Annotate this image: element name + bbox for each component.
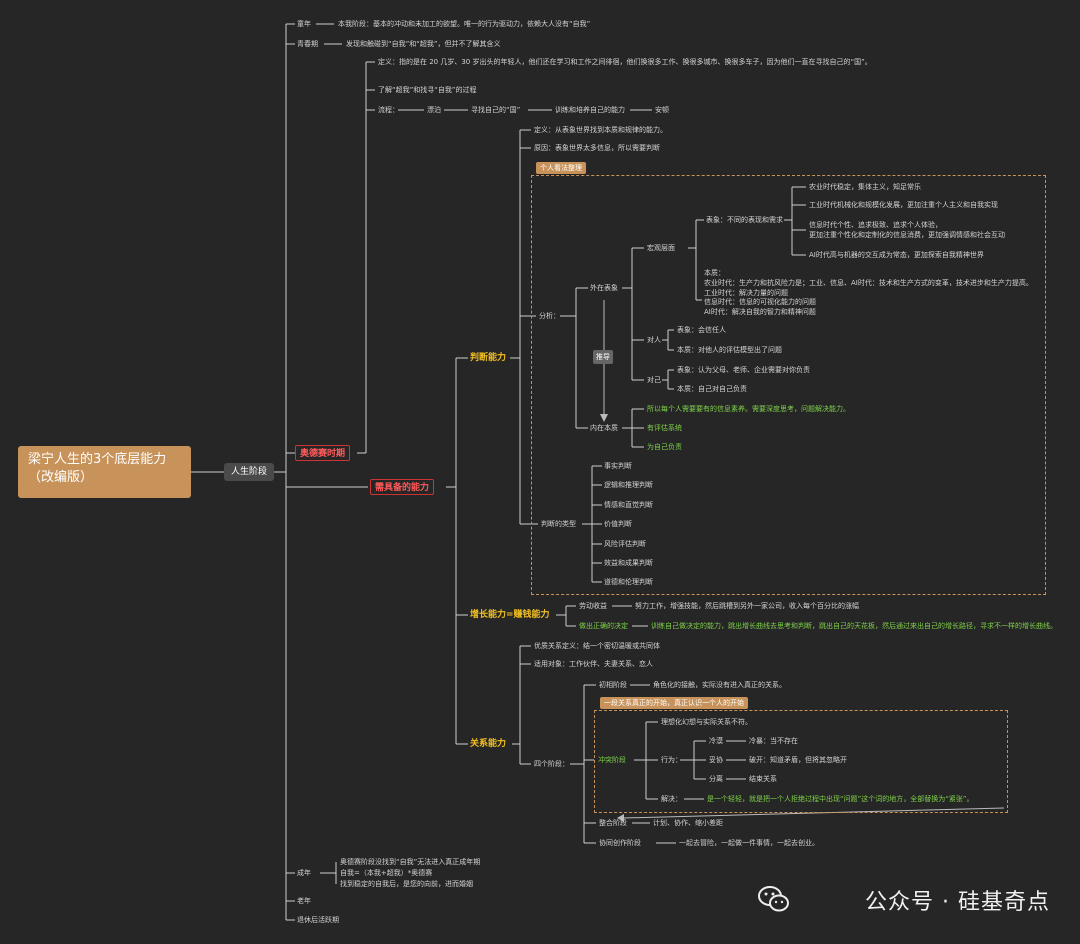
judge-reason: 原因：表象世界太多信息，所以需要判断	[534, 144, 660, 152]
stage-cocreate-desc: 一起去冒险，一起做一件事情，一起去创业。	[679, 839, 819, 847]
odyssey-def: 定义：指的是在 20 几岁、30 岁出头的年轻人，他们还在学习和工作之间徘徊，他…	[378, 58, 872, 66]
solve-desc: 是一个轻轻，就是把一个人拒绝过程中出现“问题”这个词的地方，全部替换为“紧张”。	[707, 795, 974, 803]
watermark-text: 公众号 · 硅基奇点	[865, 890, 1050, 915]
others-label: 对人	[647, 336, 661, 344]
relation-node: 关系能力	[470, 739, 507, 749]
behavior-item: 分离	[709, 775, 723, 783]
outer-appearance: 外在表象	[590, 284, 618, 292]
era-item: 工业时代机械化和规模化发展，更加注重个人主义和自我实现	[809, 201, 998, 209]
stage-conflict: 冲突阶段	[598, 756, 626, 764]
behavior-item-desc: 破开：知道矛盾，但将其忽略开	[749, 756, 847, 764]
judge-type: 情感和直觉判断	[604, 501, 653, 509]
behavior-item-desc: 冷暴：当不存在	[749, 737, 798, 745]
retire-label: 退休后活跃期	[297, 916, 339, 924]
green-conclusion: 所以每个人需要要有的信息素养。需要深度思考，问题解决能力。	[647, 405, 850, 413]
four-stages: 四个阶段：	[534, 760, 569, 768]
self-essence: 本质：自己对自己负责	[677, 385, 747, 393]
self-label: 对己	[647, 376, 661, 384]
behavior-item-desc: 结束关系	[749, 775, 777, 783]
judge-type: 逻辑和推理判断	[604, 481, 653, 489]
puberty-label: 青春期	[297, 40, 318, 48]
stage-integrate-desc: 计划、协作、缩小差距	[653, 819, 723, 827]
behavior-item: 妥协	[709, 756, 723, 764]
labor-desc: 努力工作，增强技能，然后跳槽到另外一家公司，收入每个百分比的涨幅	[635, 602, 859, 610]
conflict-desc: 理想化幻想与实际关系不符。	[661, 718, 752, 726]
judge-type: 价值判断	[604, 520, 632, 528]
judge-node: 判断能力	[470, 353, 507, 363]
era-item: 更加注重个性化和定制化的信息消费，更加强调情感和社会互动	[809, 231, 1005, 239]
flow-step-3: 训练和培养自己的能力	[555, 106, 625, 114]
odyssey-node: 奥德赛时期	[295, 445, 351, 461]
abilities-node: 需具备的能力	[370, 479, 435, 495]
relation-targets: 适用对象：工作伙伴、夫妻关系、恋人	[534, 660, 653, 668]
childhood-label: 童年	[297, 20, 311, 28]
analysis-label: 分析：	[539, 312, 560, 320]
relation-start-tag: 一段关系真正的开始，真正认识一个人的开始	[600, 697, 748, 709]
essence-line: AI时代：解决自我的智力和精神问题	[704, 308, 816, 316]
decide-label: 做出正确的决定	[579, 622, 628, 630]
others-surface: 表象：会信任人	[677, 326, 726, 334]
personal-view-tag: 个人看法整理	[536, 162, 586, 174]
essence-line: 信息时代：信息的可视化能力的问题	[704, 298, 816, 306]
growth-node: 增长能力=赚钱能力	[470, 610, 550, 620]
judge-types-label: 判断的类型	[541, 520, 576, 528]
adult-line: 自我=（本我+超我）*奥德赛	[340, 869, 433, 877]
self-surface: 表象：认为父母、老师、企业需要对你负责	[677, 366, 810, 374]
labor-income: 劳动收益	[579, 602, 607, 610]
adult-line: 奥德赛阶段没找到“自我”无法进入真正成年期	[340, 858, 481, 866]
behavior-label: 行为：	[661, 756, 682, 764]
solve-label: 解决：	[661, 795, 682, 803]
judge-type: 事实判断	[604, 462, 632, 470]
era-item: AI时代高与机器的交互成为常态，更加探索自我精神世界	[809, 251, 984, 259]
green-conclusion: 有评估系统	[647, 424, 682, 432]
judge-type: 效益和成果判断	[604, 559, 653, 567]
flow-step-4: 安顿	[655, 106, 669, 114]
wechat-icon	[758, 886, 789, 912]
green-conclusion: 为自己负责	[647, 443, 682, 451]
root-subtitle: （改编版）	[28, 470, 94, 485]
essence-line: 农业时代：生产力和抗风险力是；工业、信息、AI时代：技术和生产方式的变革，技术进…	[704, 279, 1033, 287]
root-title: 梁宁人生的3个底层能力	[28, 452, 167, 467]
others-essence: 本质：对他人的评估模型出了问题	[677, 346, 782, 354]
relation-def: 优质关系定义：结一个密切温暖或共同体	[534, 642, 660, 650]
puberty-desc: 发现和触碰到“自我”和“超我”，但并不了解其含义	[346, 40, 501, 48]
era-item: 信息时代个性、追求极致、追求个人体验，	[809, 221, 942, 229]
childhood-desc: 本我阶段：基本的冲动和未加工的欲望。唯一的行为驱动力，依赖大人没有“自我”	[338, 20, 591, 28]
era-item: 农业时代稳定，集体主义，知足常乐	[809, 183, 921, 191]
stage-cocreate: 协同创作阶段	[599, 839, 641, 847]
infer-badge: 推导	[593, 350, 613, 364]
stage-node: 人生阶段	[224, 463, 274, 481]
flow-label: 流程：	[378, 106, 399, 114]
flow-step-1: 漂泊	[427, 106, 441, 114]
flow-step-2: 寻找自己的“国”	[471, 106, 521, 114]
judge-type: 道德和伦理判断	[604, 578, 653, 586]
macro-level: 宏观层面	[647, 244, 675, 252]
behavior-item: 冷漠	[709, 737, 723, 745]
stage-early: 初相阶段	[599, 681, 627, 689]
decide-desc: 训练自己做决定的能力，跳出增长曲线去思考和判断，跳出自己的天花板，然后通过来出自…	[651, 622, 1057, 630]
adult-label: 成年	[297, 869, 311, 877]
inner-essence: 内在本质	[590, 424, 618, 432]
stage-early-desc: 角色化的接触，实际没有进入真正的关系。	[653, 681, 786, 689]
macro-surface: 表象：不同的表现和需求	[706, 216, 783, 224]
judge-def: 定义：从表象世界找到本质和规律的能力。	[534, 126, 667, 134]
adult-line: 找到稳定的自我后，是您的向前，进而婚姻	[340, 880, 473, 888]
essence-line: 本质：	[704, 269, 725, 277]
judge-type: 风险评估判断	[604, 540, 646, 548]
odyssey-learn: 了解“超我”和找寻“自我”的过程	[378, 86, 477, 94]
old-age-label: 老年	[297, 897, 311, 905]
root-node: 梁宁人生的3个底层能力 （改编版）	[18, 446, 191, 498]
stage-integrate: 整合阶段	[599, 819, 627, 827]
